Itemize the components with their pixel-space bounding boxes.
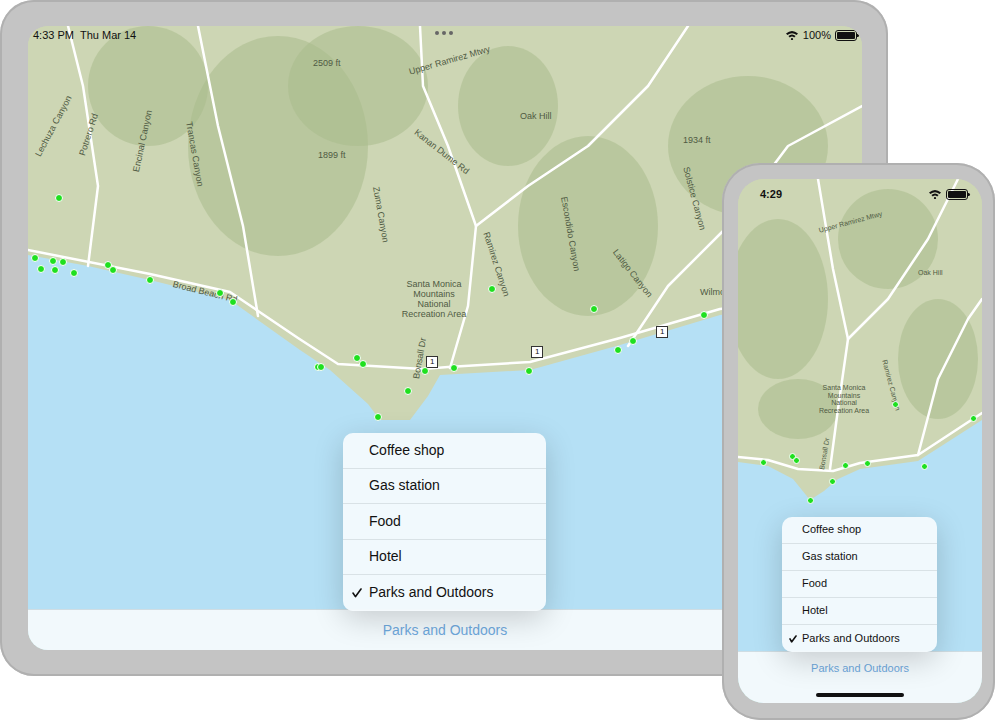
status-time: 4:29: [760, 186, 782, 203]
route-shield: 1: [656, 326, 668, 338]
battery-nub: [968, 193, 970, 196]
map-label: 1934 ft: [683, 136, 711, 146]
map-pin[interactable]: [450, 364, 458, 372]
route-shield: 1: [426, 356, 438, 368]
checkmark-icon: [788, 634, 797, 643]
map-pin[interactable]: [488, 285, 496, 293]
menu-item[interactable]: Parks and Outdoors: [343, 575, 546, 611]
iphone-screen: Oak HillRamirez CanyonSanta Monica Mount…: [738, 179, 982, 703]
map-pin[interactable]: [793, 457, 800, 464]
menu-item-label: Coffee shop: [369, 440, 444, 462]
menu-item[interactable]: Coffee shop: [343, 433, 546, 469]
map-label: Santa Monica Mountains National Recreati…: [816, 384, 872, 415]
map-pin[interactable]: [31, 254, 39, 262]
map-pin[interactable]: [892, 401, 899, 408]
battery-fill: [837, 32, 855, 39]
route-shield: 1: [531, 346, 543, 358]
map-pin[interactable]: [146, 276, 154, 284]
status-right: 100%: [785, 27, 857, 44]
check-slot: [343, 587, 369, 598]
map-label: 1899 ft: [318, 151, 346, 161]
category-button[interactable]: Parks and Outdoors: [811, 660, 909, 677]
map-pin[interactable]: [404, 387, 412, 395]
battery-icon: [946, 189, 968, 200]
map-label: Santa Monica Mountains National Recreati…: [398, 280, 470, 320]
category-button[interactable]: Parks and Outdoors: [383, 620, 508, 641]
map-pin[interactable]: [70, 269, 78, 277]
menu-item[interactable]: Hotel: [782, 598, 937, 625]
map-pin[interactable]: [842, 462, 849, 469]
map-pin[interactable]: [359, 360, 367, 368]
map-pin[interactable]: [317, 363, 325, 371]
menu-item[interactable]: Food: [343, 504, 546, 540]
map-pin[interactable]: [807, 497, 814, 504]
map-pin[interactable]: [829, 478, 836, 485]
menu-item[interactable]: Coffee shop: [782, 517, 937, 544]
menu-item-label: Hotel: [369, 546, 402, 568]
status-bar: 4:33 PM Thu Mar 14 100%: [28, 26, 862, 44]
map-pin[interactable]: [590, 305, 598, 313]
map-pin[interactable]: [700, 311, 708, 319]
map-pin[interactable]: [55, 194, 63, 202]
map-label: 2509 ft: [313, 59, 341, 69]
status-date: Thu Mar 14: [80, 27, 136, 44]
menu-item-label: Parks and Outdoors: [369, 582, 494, 604]
menu-item-label: Food: [802, 575, 827, 593]
menu-item-label: Gas station: [802, 548, 858, 566]
menu-item[interactable]: Gas station: [343, 469, 546, 505]
map-label: Oak Hill: [918, 269, 943, 277]
map-pin[interactable]: [864, 460, 871, 467]
menu-item[interactable]: Parks and Outdoors: [782, 625, 937, 652]
battery-percent: 100%: [803, 27, 831, 44]
check-slot: [782, 634, 802, 643]
battery-icon: [835, 30, 857, 41]
menu-item[interactable]: Food: [782, 571, 937, 598]
map-pin[interactable]: [51, 266, 59, 274]
wifi-icon: [785, 30, 799, 40]
menu-item[interactable]: Gas station: [782, 544, 937, 571]
map-pin[interactable]: [216, 289, 224, 297]
map-pin[interactable]: [229, 298, 237, 306]
menu-item-label: Food: [369, 511, 401, 533]
map-pin[interactable]: [525, 367, 533, 375]
map-pin[interactable]: [921, 463, 928, 470]
map-pin[interactable]: [421, 367, 429, 375]
menu-item[interactable]: Hotel: [343, 540, 546, 576]
multitasking-icon: [434, 30, 454, 36]
category-menu: Coffee shop Gas station Food Hotel Parks and…: [343, 433, 546, 611]
menu-item-label: Hotel: [802, 602, 828, 620]
category-menu: Coffee shop Gas station Food Hotel Parks and…: [782, 517, 937, 652]
home-indicator[interactable]: [816, 693, 904, 697]
menu-item-label: Gas station: [369, 475, 440, 497]
map-pin[interactable]: [970, 415, 977, 422]
map-pin[interactable]: [629, 337, 637, 345]
status-bar: 4:29: [738, 179, 982, 209]
map-pin[interactable]: [374, 413, 382, 421]
menu-item-label: Coffee shop: [802, 521, 861, 539]
status-time: 4:33 PM: [33, 27, 74, 44]
map-pin[interactable]: [49, 257, 57, 265]
menu-item-label: Parks and Outdoors: [802, 630, 900, 648]
battery-fill: [948, 191, 966, 198]
status-right: [928, 189, 968, 200]
map-pin[interactable]: [59, 258, 67, 266]
wifi-icon: [928, 189, 942, 199]
map-pin[interactable]: [614, 346, 622, 354]
map-label: Oak Hill: [520, 112, 552, 122]
battery-nub: [857, 34, 859, 37]
map-pin[interactable]: [109, 266, 117, 274]
checkmark-icon: [351, 587, 362, 598]
map-pin[interactable]: [37, 265, 45, 273]
status-left: 4:33 PM Thu Mar 14: [33, 27, 136, 44]
map-pin[interactable]: [760, 459, 767, 466]
toolbar: Parks and Outdoors: [738, 651, 982, 703]
iphone-frame: Oak HillRamirez CanyonSanta Monica Mount…: [722, 163, 995, 720]
